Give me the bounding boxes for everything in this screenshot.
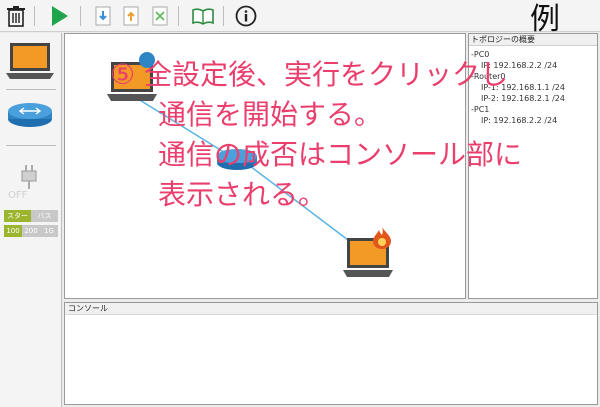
star-mode-option[interactable]: スター	[4, 210, 31, 222]
router-palette-icon[interactable]	[6, 101, 54, 133]
device-palette: OFF スター バス 100 200 1G	[0, 33, 62, 407]
info-icon[interactable]	[234, 4, 258, 28]
console-panel: コンソール	[64, 302, 598, 405]
speed-100-option[interactable]: 100	[4, 225, 22, 237]
flame-icon	[371, 226, 393, 254]
annotation-line-2: 通信を開始する。	[158, 98, 383, 131]
console-output[interactable]	[65, 315, 597, 403]
import-icon[interactable]	[91, 4, 115, 28]
speed-toggle[interactable]: 100 200 1G	[4, 225, 58, 237]
run-icon[interactable]	[47, 4, 71, 28]
cable-icon[interactable]	[16, 161, 44, 193]
laptop-palette-icon[interactable]	[6, 41, 54, 85]
toolbar: 例 ⊕ ⊗	[0, 0, 600, 45]
topology-mode-toggle[interactable]: スター バス	[4, 210, 58, 222]
trash-icon[interactable]	[4, 4, 28, 28]
console-title: コンソール	[65, 303, 597, 315]
annotation-line-3: 通信の成否はコンソール部に	[158, 138, 523, 171]
off-label: OFF	[8, 190, 28, 201]
annotation-line-1: ⑤ 全設定後、実行をクリックし	[110, 58, 509, 91]
annotation-line-4: 表示される。	[158, 178, 327, 211]
instruction-annotation: ⑤ 全設定後、実行をクリックし 通信を開始する。 通信の成否はコンソール部に 表…	[110, 55, 523, 215]
export-icon[interactable]	[119, 4, 143, 28]
notebook-icon[interactable]	[191, 4, 215, 28]
speed-1g-option[interactable]: 1G	[40, 225, 58, 237]
speed-200-option[interactable]: 200	[22, 225, 40, 237]
clear-icon[interactable]	[148, 4, 172, 28]
overview-title: トポロジーの概要	[469, 34, 597, 46]
bus-mode-option[interactable]: バス	[31, 210, 58, 222]
